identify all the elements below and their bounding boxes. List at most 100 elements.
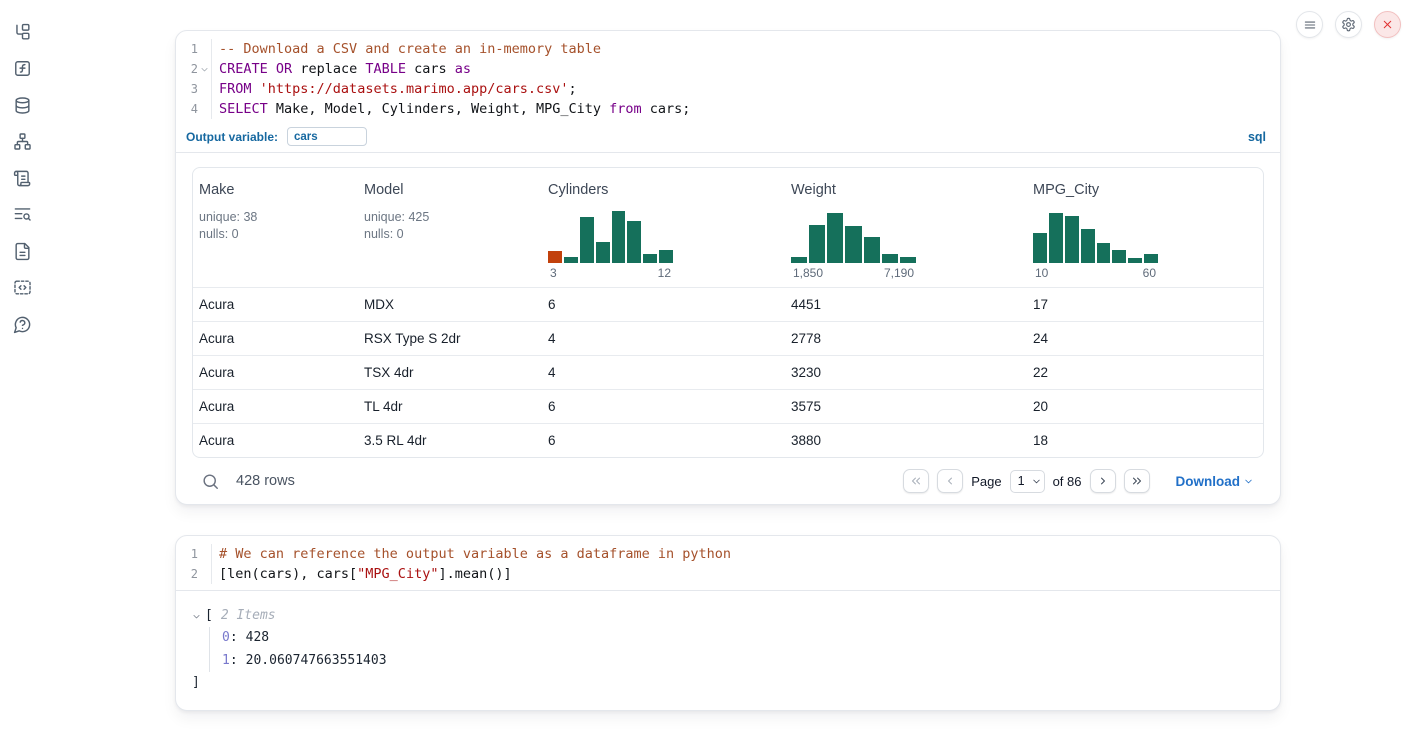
table-cell: 4 [542,322,785,356]
table-row: AcuraMDX6445117 [193,288,1263,322]
code-line[interactable]: 1-- Download a CSV and create an in-memo… [176,39,1280,59]
tree-entry-value: 20.060747663551403 [246,650,387,673]
code-line[interactable]: 2CREATE OR replace TABLE cars as [176,59,1280,79]
first-page-button[interactable] [903,469,929,493]
chevrons-right-icon [1130,474,1144,488]
next-page-button[interactable] [1090,469,1116,493]
table-cell: 6 [542,390,785,424]
table-cell: RSX Type S 2dr [358,322,542,356]
table-cell: 17 [1027,288,1263,322]
code-line[interactable]: 3 FROM 'https://datasets.marimo.app/cars.… [176,79,1280,99]
table-cell: 18 [1027,424,1263,458]
column-name[interactable]: Weight [791,181,1021,200]
page-select[interactable]: 1 [1010,470,1045,493]
fold-chevron-icon[interactable] [198,59,211,79]
sidebar-item-variables[interactable] [12,59,32,79]
code-text: FROM 'https://datasets.marimo.app/cars.c… [211,79,577,99]
column-header-mpg_city: MPG_City1060 [1027,168,1263,288]
sidebar-item-file-explorer[interactable] [12,22,32,42]
sidebar-item-documentation[interactable] [12,241,32,261]
table-cell: TSX 4dr [358,356,542,390]
tree-collapse-chevron-icon[interactable] [192,612,205,621]
tree-open-bracket: [ [205,605,213,627]
table-cell: 3880 [785,424,1027,458]
prev-page-button[interactable] [937,469,963,493]
sidebar-item-data-sources[interactable] [12,95,32,115]
download-label: Download [1176,474,1241,489]
tree-entry-key: 0 [222,627,230,650]
table-cell: 20 [1027,390,1263,424]
tree-entry-key: 1 [222,650,230,673]
column-name[interactable]: MPG_City [1033,181,1257,200]
table-cell: 24 [1027,322,1263,356]
fold-gutter [198,39,211,59]
download-button[interactable]: Download [1176,474,1255,489]
output-variable-input[interactable] [287,127,367,146]
tree-close-bracket: ] [192,672,200,694]
hamburger-icon [1303,18,1317,32]
sidebar-item-snippets[interactable] [12,278,32,298]
code-text: # We can reference the output variable a… [211,544,731,564]
search-icon[interactable] [200,471,220,491]
column-name[interactable]: Model [364,181,536,200]
sidebar-item-help[interactable] [12,314,32,334]
text-search-icon [13,205,32,224]
column-histogram [548,209,673,263]
settings-button[interactable] [1335,11,1362,38]
database-icon [13,96,32,115]
data-table: Makeunique: 38nulls: 0Modelunique: 425nu… [192,167,1264,458]
code-line[interactable]: 4SELECT Make, Model, Cylinders, Weight, … [176,99,1280,119]
line-number: 2 [176,564,198,584]
histogram-axis-labels: 1,8507,190 [791,266,916,281]
shutdown-button[interactable] [1374,11,1401,38]
python-cell: 1 # We can reference the output variable … [175,535,1281,711]
table-cell: 4451 [785,288,1027,322]
code-text: [len(cars), cars["MPG_City"].mean()] [211,564,512,584]
column-histogram [791,209,916,263]
notebook: 1 -- Download a CSV and create an in-memo… [175,30,1281,729]
row-count: 428 rows [236,473,295,489]
last-page-button[interactable] [1124,469,1150,493]
sql-code-editor[interactable]: 1-- Download a CSV and create an in-memo… [176,31,1280,125]
code-line[interactable]: 2 [len(cars), cars["MPG_City"].mean()] [176,564,1280,584]
table-cell: Acura [193,356,358,390]
tree-items-count: 2 Items [221,605,276,627]
column-name[interactable]: Cylinders [548,181,779,200]
column-header-model: Modelunique: 425nulls: 0 [358,168,542,288]
column-histogram [1033,209,1158,263]
column-header-cylinders: Cylinders 312 [542,168,785,288]
chevron-left-icon [943,474,957,488]
table-header-row: Makeunique: 38nulls: 0Modelunique: 425nu… [193,168,1263,288]
sidebar-item-logs[interactable] [12,205,32,225]
function-square-icon [13,59,32,78]
table-cell: 3230 [785,356,1027,390]
table-row: AcuraTSX 4dr4323022 [193,356,1263,390]
python-code-editor[interactable]: 1 # We can reference the output variable … [176,536,1280,590]
sql-cell-output: Makeunique: 38nulls: 0Modelunique: 425nu… [176,153,1280,504]
sidebar [0,0,44,729]
histogram-axis-labels: 312 [548,266,673,281]
sidebar-item-dependencies[interactable] [12,132,32,152]
line-number: 1 [176,544,198,564]
language-badge: sql [1248,130,1266,144]
column-name[interactable]: Make [199,181,352,200]
close-icon [1381,18,1394,31]
file-tree-icon [13,23,32,42]
sql-cell: 1 -- Download a CSV and create an in-memo… [175,30,1281,505]
chevron-down-icon [1243,476,1254,487]
table-cell: 2778 [785,322,1027,356]
table-cell: Acura [193,288,358,322]
output-variable-row: Output variable: sql [176,125,1280,153]
notebook-menu-button[interactable] [1296,11,1323,38]
code-line[interactable]: 1 # We can reference the output variable … [176,544,1280,564]
column-header-weight: Weight 1,8507,190 [785,168,1027,288]
sidebar-item-packages[interactable] [12,168,32,188]
table-cell: 3.5 RL 4dr [358,424,542,458]
code-text: -- Download a CSV and create an in-memor… [211,39,601,59]
code-snippet-icon [13,278,32,297]
line-number: 2 [176,59,198,79]
line-number: 3 [176,79,198,99]
pagination: Page 1 of 86 Download [903,469,1254,493]
table-row: AcuraTL 4dr6357520 [193,390,1263,424]
table-row: AcuraRSX Type S 2dr4277824 [193,322,1263,356]
